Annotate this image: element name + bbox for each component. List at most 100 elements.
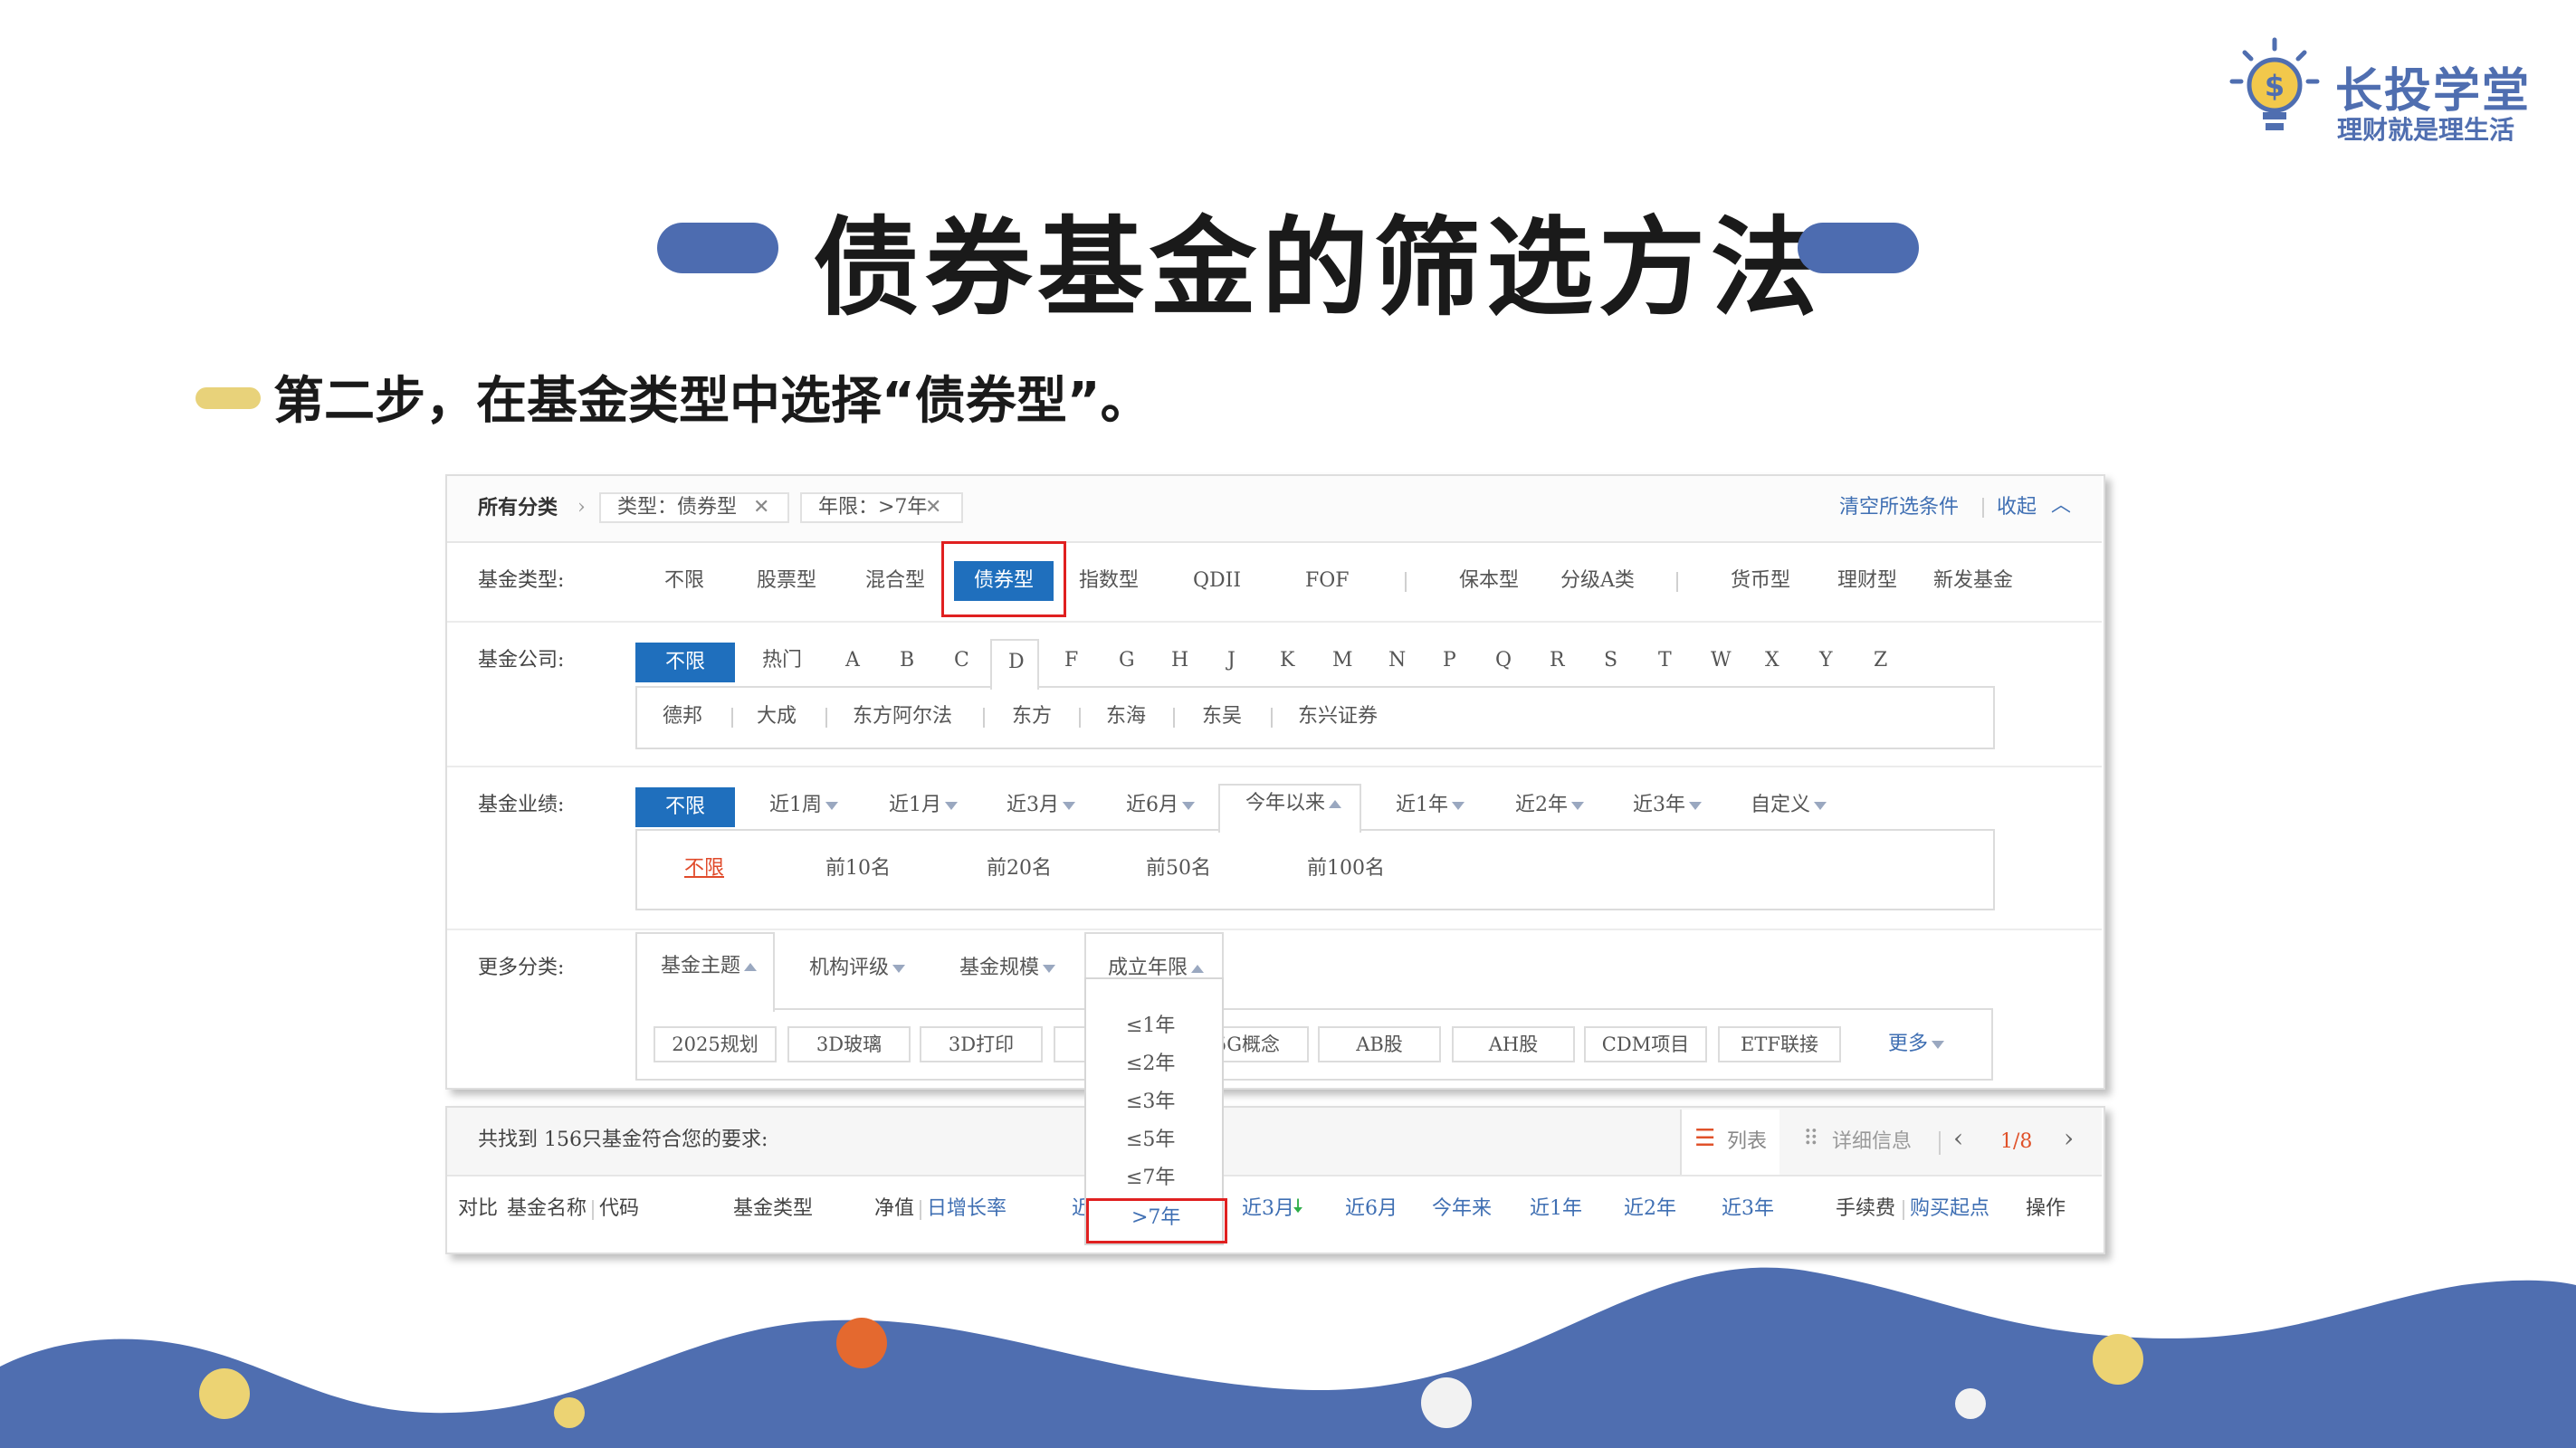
letter-w[interactable]: W [1711, 648, 1732, 673]
company-item[interactable]: 德邦 [663, 704, 702, 729]
company-item[interactable]: 东海 [1106, 704, 1146, 729]
col-fee[interactable]: 手续费 [1836, 1196, 1895, 1222]
col-1y[interactable]: 近1年 [1530, 1196, 1582, 1222]
company-item[interactable]: 东兴证券 [1298, 704, 1378, 729]
company-item[interactable]: 东方阿尔法 [853, 704, 952, 729]
period-3y[interactable]: 近3年 [1633, 793, 1702, 818]
letter-q[interactable]: Q [1495, 648, 1512, 673]
fund-type-stock[interactable]: 股票型 [757, 568, 816, 594]
letter-r[interactable]: R [1550, 648, 1565, 673]
col-nav[interactable]: 净值 [874, 1196, 914, 1222]
letter-n[interactable]: N [1388, 648, 1406, 673]
theme-tag[interactable]: 3D玻璃 [787, 1026, 911, 1062]
fund-type-money[interactable]: 货币型 [1731, 568, 1790, 594]
period-2y[interactable]: 近2年 [1515, 793, 1584, 818]
year-option[interactable]: ≤1年 [1126, 1014, 1175, 1039]
col-ytd[interactable]: 今年来 [1432, 1196, 1492, 1222]
col-6m[interactable]: 近6月 [1345, 1196, 1398, 1222]
tab-rating[interactable]: 机构评级 [809, 956, 905, 981]
letter-c[interactable]: C [954, 648, 969, 673]
theme-tag[interactable]: 3D打印 [920, 1026, 1043, 1062]
rank-top50[interactable]: 前50名 [1146, 856, 1211, 881]
company-item[interactable]: 大成 [757, 704, 797, 729]
all-categories[interactable]: 所有分类 [478, 495, 558, 520]
rank-top20[interactable]: 前20名 [987, 856, 1052, 881]
more-themes-link[interactable]: 更多 [1888, 1032, 1944, 1057]
period-6m[interactable]: 近6月 [1126, 793, 1195, 818]
fund-type-guaranteed[interactable]: 保本型 [1459, 568, 1519, 594]
rank-top10[interactable]: 前10名 [825, 856, 891, 881]
period-ytd[interactable]: 今年以来 [1245, 791, 1341, 816]
period-custom[interactable]: 自定义 [1751, 793, 1827, 818]
letter-b[interactable]: B [900, 648, 914, 673]
letter-p[interactable]: P [1443, 648, 1456, 673]
col-compare[interactable]: 对比 [458, 1196, 498, 1222]
period-1w[interactable]: 近1周 [769, 793, 838, 818]
collapse-link[interactable]: 收起 [1997, 495, 2037, 520]
col-1w[interactable]: 近1周 [1072, 1196, 1084, 1222]
letter-h[interactable]: H [1171, 648, 1188, 673]
chevron-up-icon[interactable]: ︿ [2051, 493, 2071, 519]
close-icon[interactable]: ✕ [753, 495, 769, 520]
theme-tag[interactable]: CDM项目 [1584, 1026, 1707, 1062]
col-fund-name[interactable]: 基金名称 [507, 1196, 587, 1222]
letter-x[interactable]: X [1765, 648, 1779, 673]
col-daily-growth[interactable]: 日增长率 [927, 1196, 1007, 1222]
col-3m[interactable]: 近3月 [1242, 1196, 1294, 1222]
rank-top100[interactable]: 前100名 [1307, 856, 1385, 881]
theme-tag[interactable]: 2025规划 [654, 1026, 777, 1062]
list-view-label[interactable]: 列表 [1727, 1129, 1767, 1155]
company-item[interactable]: 东吴 [1202, 704, 1242, 729]
col-3y[interactable]: 近3年 [1722, 1196, 1774, 1222]
theme-tag[interactable]: AB股 [1318, 1026, 1441, 1062]
close-icon[interactable]: ✕ [925, 495, 941, 520]
letter-s[interactable]: S [1604, 648, 1617, 673]
grid-icon[interactable]: ⠿ [1803, 1126, 1819, 1151]
letter-g[interactable]: G [1119, 648, 1135, 673]
period-1y[interactable]: 近1年 [1396, 793, 1465, 818]
letter-f[interactable]: F [1064, 648, 1078, 673]
rank-unlimited[interactable]: 不限 [684, 856, 724, 881]
theme-tag[interactable]: ETF联接 [1718, 1026, 1841, 1062]
year-option[interactable]: ≤3年 [1126, 1090, 1175, 1115]
fund-type-qdii[interactable]: QDII [1193, 568, 1241, 594]
col-code[interactable]: 代码 [599, 1196, 639, 1222]
fund-type-grade-a[interactable]: 分级A类 [1560, 568, 1635, 594]
year-option[interactable]: ≤5年 [1126, 1128, 1175, 1153]
letter-m[interactable]: M [1332, 648, 1353, 673]
tab-fund-theme[interactable]: 基金主题 [661, 954, 757, 979]
letter-k[interactable]: K [1280, 648, 1294, 673]
col-2y[interactable]: 近2年 [1624, 1196, 1676, 1222]
list-icon[interactable]: ☰ [1694, 1126, 1715, 1151]
col-fund-type[interactable]: 基金类型 [733, 1196, 813, 1222]
theme-tag[interactable]: AH股 [1452, 1026, 1575, 1062]
detail-view-label[interactable]: 详细信息 [1832, 1129, 1912, 1155]
period-unlimited[interactable]: 不限 [635, 787, 735, 827]
fund-type-index[interactable]: 指数型 [1079, 568, 1139, 594]
letter-a[interactable]: A [845, 648, 860, 673]
tab-fund-size[interactable]: 基金规模 [959, 956, 1055, 981]
letter-t[interactable]: T [1658, 648, 1672, 673]
divider [1939, 1131, 1941, 1155]
letter-z[interactable]: Z [1874, 648, 1887, 673]
company-item[interactable]: 东方 [1012, 704, 1052, 729]
arrow-down-icon[interactable]: 🠇 [1293, 1195, 1303, 1220]
company-unlimited[interactable]: 不限 [635, 643, 735, 682]
period-1m[interactable]: 近1月 [889, 793, 958, 818]
company-hot[interactable]: 热门 [762, 648, 802, 673]
letter-y[interactable]: Y [1819, 648, 1833, 673]
fund-type-unlimited[interactable]: 不限 [664, 568, 704, 594]
fund-type-hybrid[interactable]: 混合型 [865, 568, 925, 594]
fund-type-fof[interactable]: FOF [1305, 568, 1350, 594]
year-option[interactable]: ≤7年 [1126, 1166, 1175, 1191]
chevron-right-icon[interactable]: › [2064, 1126, 2074, 1151]
period-3m[interactable]: 近3月 [1007, 793, 1075, 818]
year-option[interactable]: ≤2年 [1126, 1052, 1175, 1077]
letter-j[interactable]: J [1227, 648, 1236, 673]
fund-type-finance[interactable]: 理财型 [1837, 568, 1897, 594]
chevron-left-icon[interactable]: ‹ [1953, 1126, 1963, 1151]
letter-d[interactable]: D [1008, 650, 1025, 675]
clear-all-link[interactable]: 清空所选条件 [1839, 495, 1959, 520]
fund-type-new[interactable]: 新发基金 [1933, 568, 2013, 594]
col-min-purchase[interactable]: 购买起点 [1910, 1196, 1989, 1222]
